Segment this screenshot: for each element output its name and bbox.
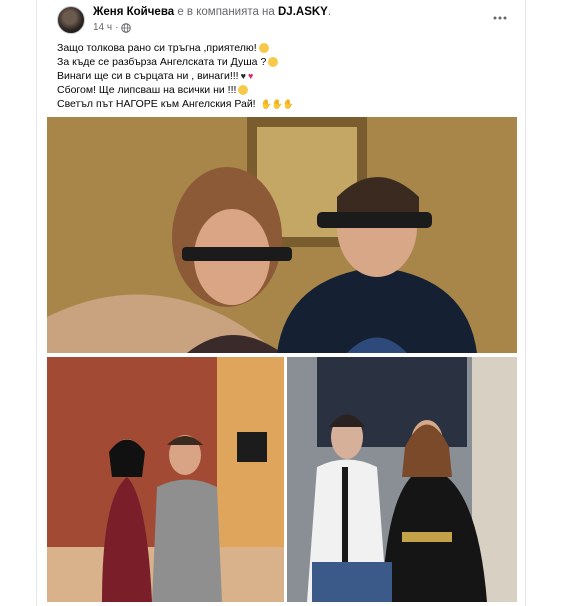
crying-face-emoji-icon bbox=[238, 85, 249, 96]
more-dots-icon bbox=[493, 16, 507, 20]
post-line-4: Сбогом! Ще липсваш на всички ни !!! bbox=[57, 83, 497, 97]
black-heart-emoji-icon: ♥ bbox=[240, 71, 246, 82]
photo-two-people-headphones-icon bbox=[47, 117, 517, 353]
post-text: Защо толкова рано си тръгна ,приятелю! З… bbox=[57, 41, 497, 111]
praying-hands-emoji-icon: ✋✋✋ bbox=[260, 99, 295, 110]
post-line-5-text: Светъл път НАГОРЕ към Ангелския Рай! bbox=[57, 98, 259, 110]
post-line-3: Винаги ще си в сърцата ни , винаги!!! ♥ ♥ bbox=[57, 69, 497, 83]
photo-grid bbox=[47, 117, 517, 602]
with-text: е в компанията на bbox=[174, 6, 278, 18]
post-time[interactable]: 14 ч bbox=[93, 22, 112, 33]
post-line-1: Защо толкова рано си тръгна ,приятелю! bbox=[57, 41, 497, 55]
author-name[interactable]: Женя Койчева bbox=[93, 6, 174, 18]
post-line-1-text: Защо толкова рано си тръгна ,приятелю! bbox=[57, 42, 257, 54]
post-line-2-text: За къде се разбърза Ангелската ти Душа ? bbox=[57, 56, 267, 68]
sad-face-emoji-icon bbox=[258, 43, 269, 54]
photo-right[interactable] bbox=[287, 357, 517, 602]
post-line-2: За къде се разбърза Ангелската ти Душа ? bbox=[57, 55, 497, 69]
facebook-post: Женя Койчева е в компанията на DJ.ASKY. … bbox=[36, 0, 526, 606]
tagged-name[interactable]: DJ.ASKY bbox=[278, 6, 328, 18]
more-options-button[interactable] bbox=[489, 10, 511, 26]
photo-main[interactable] bbox=[47, 117, 517, 353]
post-line-3-text: Винаги ще си в сърцата ни , винаги!!! bbox=[57, 70, 239, 82]
photo-couple-white-shirt-icon bbox=[287, 357, 517, 602]
post-line-4-text: Сбогом! Ще липсваш на всички ни !!! bbox=[57, 84, 237, 96]
photo-left[interactable] bbox=[47, 357, 284, 602]
post-meta: 14 ч · bbox=[93, 22, 132, 33]
sad-face-emoji-icon bbox=[268, 57, 279, 68]
broken-heart-emoji-icon: ♥ bbox=[247, 71, 254, 82]
globe-icon bbox=[121, 22, 132, 33]
meta-separator: · bbox=[115, 22, 119, 33]
tagged-suffix: . bbox=[327, 6, 332, 18]
author-avatar[interactable] bbox=[57, 6, 85, 34]
author-line: Женя Койчева е в компанията на DJ.ASKY. bbox=[93, 6, 331, 18]
post-header: Женя Койчева е в компанията на DJ.ASKY. … bbox=[57, 6, 517, 38]
photo-couple-red-curtains-icon bbox=[47, 357, 284, 602]
post-line-5: Светъл път НАГОРЕ към Ангелския Рай! ✋✋✋ bbox=[57, 97, 497, 111]
